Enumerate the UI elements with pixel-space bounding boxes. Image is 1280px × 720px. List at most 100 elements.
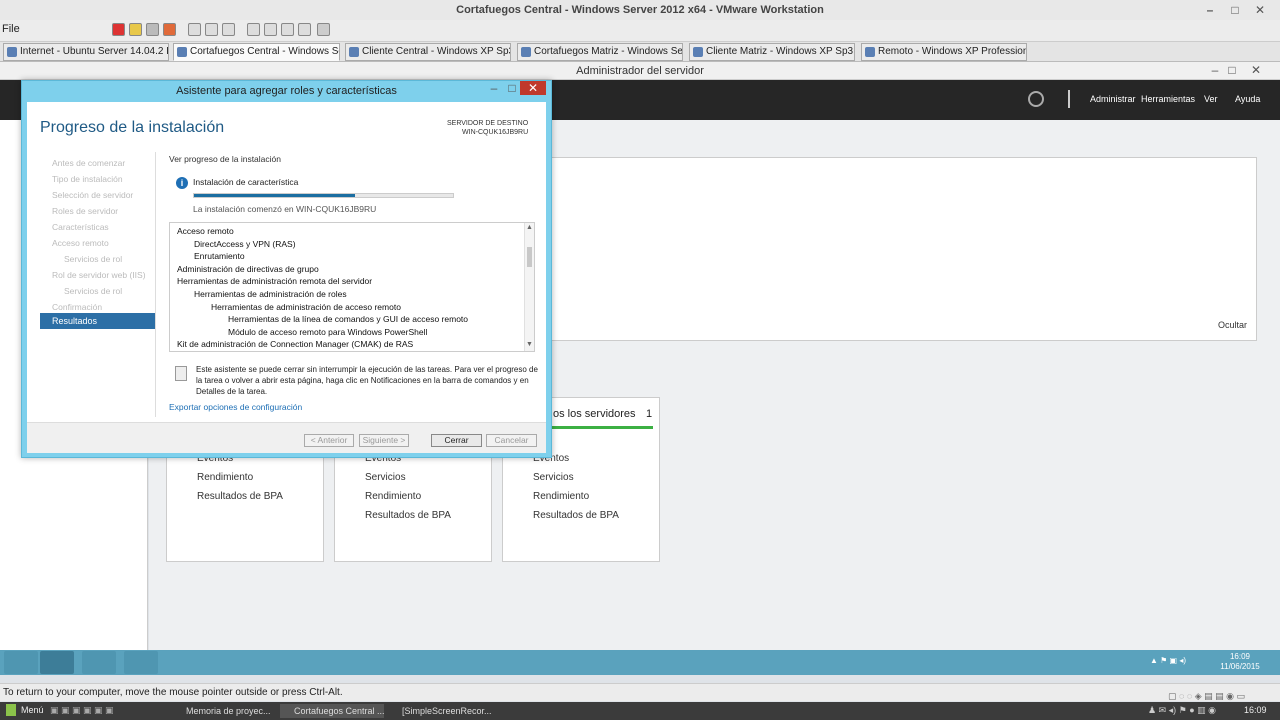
status-hint: To return to your computer, move the mou… [3,687,343,698]
menu-ver[interactable]: Ver [1204,94,1218,104]
maximize-icon[interactable]: □ [1225,0,1245,20]
tile-item[interactable]: Servicios [533,472,574,483]
host-window-button[interactable]: Memoria de proyec... [172,704,276,718]
maximize-icon[interactable]: □ [502,81,522,95]
stretch-icon[interactable] [317,23,330,36]
nav-step: Características [52,222,109,232]
vm-tab-active[interactable]: Cortafuegos Central - Windows Se... [173,43,340,61]
close-icon[interactable]: ✕ [520,81,546,95]
cancel-button[interactable]: Cancelar [486,434,537,447]
refresh-icon[interactable] [1028,91,1044,107]
tile-item[interactable]: Servicios [365,472,406,483]
install-progress-bar [193,193,454,198]
fullscreen-icon[interactable] [281,23,294,36]
vm-icon [177,47,187,57]
quicklaunch-icons[interactable]: ▣ ▣ ▣ ▣ ▣ ▣ [50,705,114,716]
play-icon[interactable] [146,23,159,36]
vm-tab-label: Cortafuegos Matriz - Windows Ser... [534,46,683,57]
vm-tab-bar: Internet - Ubuntu Server 14.04.2 L... Co… [0,42,1280,62]
guest-taskbar: ▲ ⚑ ▣ ◂) [0,650,1280,675]
tray-icons[interactable]: ▲ ⚑ ▣ ◂) [1150,656,1186,665]
vm-tab[interactable]: Cliente Central - Windows XP Sp3 ... [345,43,511,61]
nav-step: Selección de servidor [52,190,134,200]
result-item: Enrutamiento [194,251,245,262]
vm-icon [7,47,17,57]
clock-time: 16:09 [1229,652,1251,661]
host-tray-icons[interactable]: ♟ ✉ ◂) ⚑ ● ▥ ◉ [1148,705,1216,716]
vm-tab-label: Remoto - Windows XP Professional... [878,46,1026,57]
host-menu-button[interactable]: Menú [21,705,44,715]
menu-ayuda[interactable]: Ayuda [1235,94,1260,104]
explorer-taskbar-icon[interactable] [124,651,158,674]
vm-tab-label: Internet - Ubuntu Server 14.04.2 L... [20,46,169,57]
back-button[interactable]: < Anterior [304,434,354,447]
host-clock[interactable]: 16:09 [1244,705,1267,715]
revert-snapshot-icon[interactable] [205,23,218,36]
tile-item[interactable]: Rendimiento [197,472,253,483]
minimize-icon[interactable]: – [484,81,504,95]
close-icon[interactable]: ✕ [1246,61,1266,79]
export-config-link[interactable]: Exportar opciones de configuración [169,402,302,412]
minimize-icon[interactable]: – [1200,0,1220,20]
tile-item[interactable]: Rendimiento [365,491,421,502]
sidebar-toggle-icon[interactable] [247,23,260,36]
snapshot-icon[interactable] [188,23,201,36]
vmware-toolbar: File [0,20,1280,42]
tile-count: 1 [646,408,653,420]
tile-item[interactable]: Resultados de BPA [197,491,283,502]
nav-step: Confirmación [52,302,103,312]
tile-item[interactable]: Resultados de BPA [365,510,451,521]
powershell-taskbar-icon[interactable] [82,651,116,674]
vm-tab[interactable]: Internet - Ubuntu Server 14.04.2 L... [3,43,169,61]
tile-item[interactable]: Resultados de BPA [533,510,619,521]
hide-link[interactable]: Ocultar [1218,320,1247,330]
start-windows-icon[interactable] [4,651,38,674]
results-list[interactable]: Acceso remoto DirectAccess y VPN (RAS) Enr… [169,222,535,352]
host-taskbar: Menú ▣ ▣ ▣ ▣ ▣ ▣ Memoria de proyec... Co… [0,702,1280,720]
server-manager-title-bar: Administrador del servidor – □ ✕ [0,62,1280,80]
vm-icon [693,47,703,57]
notification-text: Este asistente se puede cerrar sin inter… [196,365,538,396]
reset-icon[interactable] [163,23,176,36]
host-window-button[interactable]: Cortafuegos Central ... [280,704,384,718]
vm-tab-label: Cliente Central - Windows XP Sp3 ... [362,46,511,57]
guest-clock[interactable]: 16:09 11/06/2015 [1218,652,1262,672]
install-progress-fill [194,194,355,197]
scroll-down-icon[interactable]: ▼ [526,341,533,348]
host-window-button[interactable]: [SimpleScreenRecor... [388,704,492,718]
vm-tab[interactable]: Remoto - Windows XP Professional... [861,43,1027,61]
close-icon[interactable]: ✕ [1250,0,1270,20]
vm-tab[interactable]: Cortafuegos Matriz - Windows Ser... [517,43,683,61]
unity-icon[interactable] [298,23,311,36]
console-view-icon[interactable] [264,23,277,36]
nav-step: Servicios de rol [64,254,123,264]
result-item: DirectAccess y VPN (RAS) [194,238,296,249]
close-button[interactable]: Cerrar [431,434,482,447]
tile-header: os los servidores [553,408,636,420]
result-item: Módulo de acceso remoto para Windows Pow… [228,326,428,337]
menu-herramientas[interactable]: Herramientas [1141,94,1195,104]
scroll-thumb[interactable] [527,247,532,267]
server-manager-taskbar-icon[interactable] [40,651,74,674]
nav-step: Rol de servidor web (IIS) [52,270,146,280]
menu-administrar[interactable]: Administrar [1090,94,1136,104]
next-button[interactable]: Siguiente > [359,434,409,447]
vm-tab[interactable]: Cliente Matriz - Windows XP Sp3 S... [689,43,855,61]
notifications-flag-icon[interactable] [1068,90,1080,108]
scrollbar[interactable]: ▲ ▼ [524,223,534,351]
file-menu[interactable]: File [2,23,20,35]
nav-step: Tipo de instalación [52,174,123,184]
nav-step-results[interactable]: Resultados [40,313,155,329]
result-item: Acceso remoto [177,226,234,236]
maximize-icon[interactable]: □ [1222,61,1242,79]
result-item: Herramientas de administración remota de… [177,276,373,287]
power-off-icon[interactable] [112,23,125,36]
snapshot-manager-icon[interactable] [222,23,235,36]
tile-item[interactable]: Rendimiento [533,491,589,502]
install-status-label: Instalación de característica [193,177,299,187]
vm-icon [865,47,875,57]
vm-icon [349,47,359,57]
pause-icon[interactable] [129,23,142,36]
wizard-body: Progreso de la instalación SERVIDOR DE D… [27,102,546,453]
scroll-up-icon[interactable]: ▲ [526,224,533,231]
